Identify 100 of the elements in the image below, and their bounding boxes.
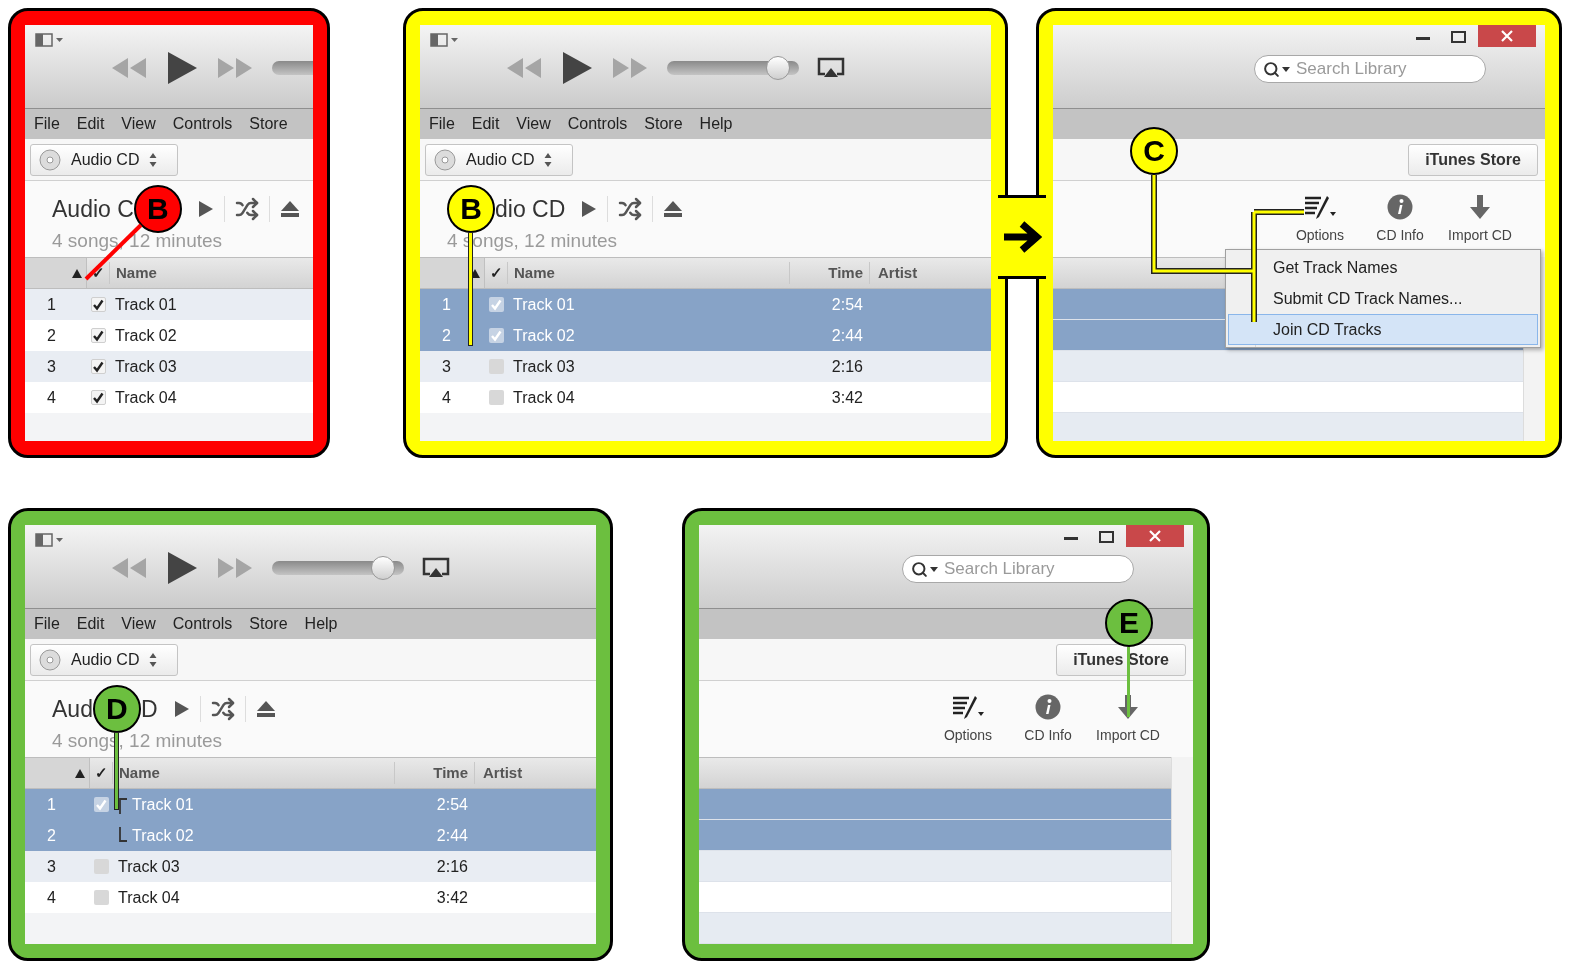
column-header[interactable]: ✓ — [485, 261, 507, 285]
store-button[interactable]: iTunes Store — [1408, 143, 1538, 176]
play-icon[interactable] — [166, 51, 198, 85]
menu-item[interactable]: File — [34, 112, 60, 136]
menu-item[interactable]: Help — [699, 112, 733, 136]
airplay-icon[interactable] — [817, 57, 845, 79]
track-row[interactable]: 2 Track 02 — [25, 320, 313, 351]
store-button[interactable]: iTunes Store — [1056, 643, 1186, 676]
slider-thumb[interactable] — [371, 556, 396, 580]
track-checkbox[interactable] — [488, 390, 504, 405]
toolbar-button[interactable]: Options — [1280, 193, 1360, 246]
menu-item[interactable]: Store — [249, 112, 288, 136]
track-checkbox[interactable] — [488, 297, 504, 312]
track-checkbox[interactable] — [90, 359, 106, 374]
track-row[interactable]: 3 Track 03 — [25, 351, 313, 382]
search-field[interactable]: Search Library — [902, 555, 1134, 583]
track-checkbox[interactable] — [488, 328, 504, 343]
menu-item[interactable]: Join CD Tracks — [1228, 314, 1538, 345]
track-row[interactable] — [699, 882, 1171, 913]
track-checkbox[interactable] — [93, 797, 109, 812]
track-row[interactable] — [699, 789, 1171, 820]
column-header[interactable]: Name — [109, 261, 313, 285]
menu-item[interactable]: Submit CD Track Names... — [1228, 283, 1538, 314]
column-header[interactable]: Time — [394, 761, 474, 785]
sidebar-toggle-icon[interactable] — [35, 33, 65, 47]
track-row[interactable]: 4 Track 04 3:42 — [420, 382, 991, 413]
play-icon[interactable] — [197, 200, 214, 218]
menu-item[interactable]: Edit — [76, 612, 105, 636]
volume-slider[interactable] — [272, 556, 404, 580]
sort-column-header[interactable] — [25, 758, 90, 788]
track-row[interactable] — [699, 913, 1171, 944]
column-header[interactable]: Artist — [869, 261, 991, 285]
track-checkbox[interactable] — [93, 859, 109, 874]
fast-forward-icon[interactable] — [216, 556, 254, 580]
source-dropdown[interactable]: Audio CD — [425, 143, 573, 176]
track-checkbox[interactable] — [488, 359, 504, 374]
menu-item[interactable]: Controls — [172, 112, 233, 136]
sort-column-header[interactable] — [420, 258, 485, 288]
column-header[interactable]: Name — [507, 261, 789, 285]
fast-forward-icon[interactable] — [216, 56, 254, 80]
play-icon[interactable] — [561, 51, 593, 85]
shuffle-icon[interactable] — [210, 697, 235, 721]
track-row[interactable]: 4 Track 04 3:42 — [25, 882, 596, 913]
eject-icon[interactable] — [663, 200, 684, 218]
airplay-icon[interactable] — [422, 557, 450, 579]
menu-item[interactable]: Help — [304, 612, 338, 636]
source-dropdown[interactable]: Audio CD — [30, 143, 178, 176]
close-button[interactable] — [1126, 525, 1184, 547]
menu-item[interactable]: View — [121, 612, 156, 636]
track-row[interactable]: 3 Track 03 2:16 — [25, 851, 596, 882]
menu-item[interactable]: Controls — [172, 612, 233, 636]
menu-item[interactable]: File — [34, 612, 60, 636]
column-header[interactable]: Artist — [474, 761, 596, 785]
column-header[interactable]: Name — [112, 761, 394, 785]
shuffle-icon[interactable] — [234, 197, 259, 221]
volume-slider[interactable] — [667, 56, 799, 80]
track-row[interactable]: 3 Track 03 2:16 — [420, 351, 991, 382]
sidebar-toggle-icon[interactable] — [430, 33, 460, 47]
source-dropdown[interactable]: Audio CD — [30, 643, 178, 676]
track-row[interactable]: 4 Track 04 — [25, 382, 313, 413]
toolbar-button[interactable]: Import CD — [1440, 193, 1520, 246]
rewind-icon[interactable] — [110, 56, 148, 80]
track-row[interactable]: 1 Track 01 — [25, 289, 313, 320]
fast-forward-icon[interactable] — [611, 56, 649, 80]
track-checkbox[interactable] — [93, 890, 109, 905]
menu-item[interactable]: Controls — [567, 112, 628, 136]
track-row[interactable] — [699, 820, 1171, 851]
slider-thumb[interactable] — [766, 56, 791, 80]
menu-item[interactable]: Edit — [76, 112, 105, 136]
track-checkbox[interactable] — [90, 390, 106, 405]
column-header[interactable]: ✓ — [90, 761, 112, 785]
sidebar-toggle-icon[interactable] — [35, 533, 65, 547]
column-header[interactable]: Time — [789, 261, 869, 285]
track-row[interactable] — [1053, 382, 1523, 413]
rewind-icon[interactable] — [505, 56, 543, 80]
eject-icon[interactable] — [279, 200, 300, 218]
maximize-icon[interactable] — [1451, 31, 1466, 43]
menu-item[interactable]: Edit — [471, 112, 500, 136]
menu-item[interactable]: File — [429, 112, 455, 136]
toolbar-button[interactable]: CD Info — [1008, 693, 1088, 746]
play-icon[interactable] — [581, 200, 598, 218]
play-icon[interactable] — [173, 700, 190, 718]
menu-item[interactable]: View — [121, 112, 156, 136]
eject-icon[interactable] — [255, 700, 276, 718]
track-row[interactable] — [1053, 413, 1523, 441]
search-input[interactable]: Search Library — [944, 556, 1114, 582]
play-icon[interactable] — [166, 551, 198, 585]
menu-item[interactable]: Get Track Names — [1228, 252, 1538, 283]
menu-item[interactable]: Store — [249, 612, 288, 636]
toolbar-button[interactable]: Options — [928, 693, 1008, 746]
track-row[interactable] — [699, 851, 1171, 882]
track-checkbox[interactable] — [90, 328, 106, 343]
shuffle-icon[interactable] — [618, 197, 643, 221]
menu-item[interactable]: View — [516, 112, 551, 136]
close-button[interactable] — [1478, 25, 1536, 47]
menu-item[interactable]: Store — [644, 112, 683, 136]
track-row[interactable] — [1053, 351, 1523, 382]
search-field[interactable]: Search Library — [1254, 55, 1486, 83]
toolbar-button[interactable]: CD Info — [1360, 193, 1440, 246]
sort-column-header[interactable] — [25, 258, 87, 288]
